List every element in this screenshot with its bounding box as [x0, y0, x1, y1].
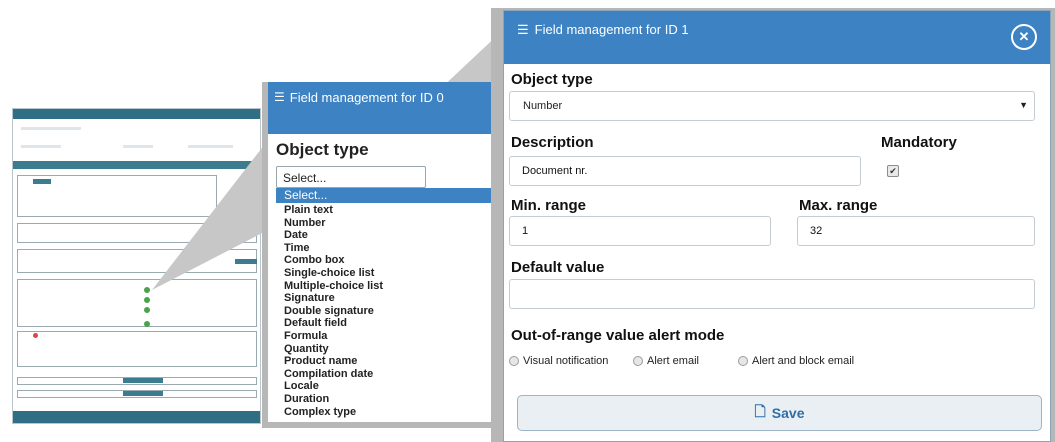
field-management-modal: ☰ Field management for ID 1 ✕ Object typ…: [503, 10, 1051, 442]
option-default-field[interactable]: Default field: [276, 317, 494, 330]
option-formula[interactable]: Formula: [276, 330, 494, 343]
min-range-label: Min. range: [511, 197, 587, 214]
alert-mode-label: Out-of-range value alert mode: [511, 327, 725, 344]
modal-header: ☰ Field management for ID 1: [504, 11, 1050, 64]
mandatory-label: Mandatory: [881, 134, 957, 151]
panel-title: Field management for ID 0: [289, 90, 444, 105]
object-type-options-list: Select... Plain text Number Date Time Co…: [276, 188, 494, 418]
save-label: Save: [771, 405, 805, 421]
option-select[interactable]: Select...: [276, 188, 494, 203]
option-double-signature[interactable]: Double signature: [276, 305, 494, 318]
radio-visual-notification[interactable]: Visual notification: [509, 355, 633, 367]
mandatory-checkbox[interactable]: ✔: [887, 165, 899, 177]
object-type-label: Object type: [276, 140, 369, 159]
callout-funnel-small: [152, 140, 268, 290]
radio-alert-email[interactable]: Alert email: [633, 355, 738, 367]
option-number[interactable]: Number: [276, 217, 494, 230]
max-range-input[interactable]: 32: [797, 216, 1035, 246]
file-icon: 🗋: [754, 403, 766, 419]
default-value-label: Default value: [511, 259, 605, 276]
object-type-dropdown-panel: ☰ Field management for ID 0 Object type …: [262, 82, 494, 428]
list-icon: ☰: [274, 90, 285, 104]
option-multiple-choice-list[interactable]: Multiple-choice list: [276, 280, 494, 293]
option-compilation-date[interactable]: Compilation date: [276, 368, 494, 381]
option-date[interactable]: Date: [276, 229, 494, 242]
default-value-input[interactable]: [509, 279, 1035, 309]
option-quantity[interactable]: Quantity: [276, 343, 494, 356]
panel-header: ☰ Field management for ID 0: [268, 82, 494, 134]
alert-mode-options: Visual notification Alert email Alert an…: [509, 355, 854, 367]
object-type-value: Number: [523, 100, 563, 112]
radio-alert-and-block-email[interactable]: Alert and block email: [738, 355, 854, 367]
option-plain-text[interactable]: Plain text: [276, 204, 494, 217]
radio-label: Alert and block email: [752, 355, 855, 367]
option-locale[interactable]: Locale: [276, 380, 494, 393]
radio-label: Visual notification: [523, 355, 609, 367]
min-range-input[interactable]: 1: [509, 216, 771, 246]
object-type-select[interactable]: Select...: [276, 166, 426, 188]
option-time[interactable]: Time: [276, 242, 494, 255]
option-complex-type[interactable]: Complex type: [276, 406, 494, 419]
close-icon[interactable]: ✕: [1011, 24, 1037, 50]
modal-title: Field management for ID 1: [534, 22, 689, 37]
description-label: Description: [511, 134, 594, 151]
max-range-label: Max. range: [799, 197, 878, 214]
object-type-select[interactable]: Number ▼: [509, 91, 1035, 121]
object-type-label: Object type: [511, 71, 593, 88]
caret-down-icon: ▼: [1019, 100, 1028, 110]
option-signature[interactable]: Signature: [276, 292, 494, 305]
option-duration[interactable]: Duration: [276, 393, 494, 406]
radio-circle: [633, 356, 643, 366]
list-icon: ☰: [517, 22, 529, 37]
radio-circle: [738, 356, 748, 366]
option-combo-box[interactable]: Combo box: [276, 254, 494, 267]
save-button[interactable]: 🗋 Save: [517, 395, 1042, 431]
description-input[interactable]: Document nr.: [509, 156, 861, 186]
radio-circle: [509, 356, 519, 366]
radio-label: Alert email: [647, 355, 699, 367]
option-single-choice-list[interactable]: Single-choice list: [276, 267, 494, 280]
option-product-name[interactable]: Product name: [276, 355, 494, 368]
